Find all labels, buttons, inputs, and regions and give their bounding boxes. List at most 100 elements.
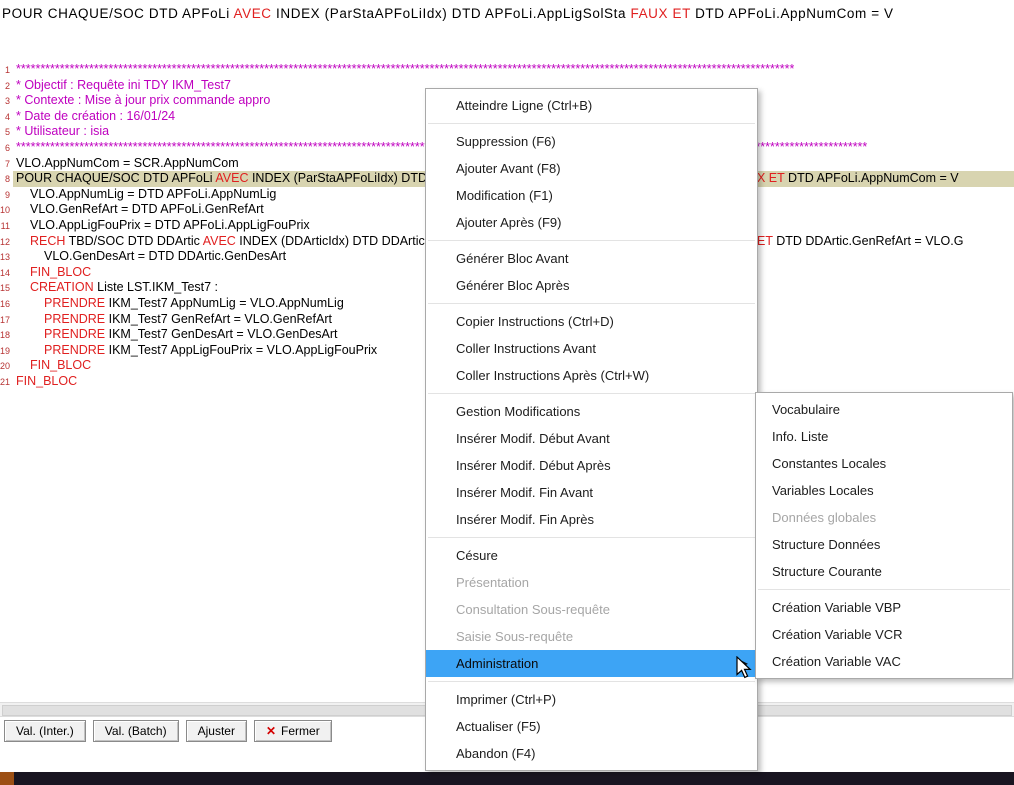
menu-item-label: Constantes Locales: [772, 456, 886, 471]
submenu-item-vocabulaire[interactable]: Vocabulaire: [756, 396, 1012, 423]
code-token: DTD APFoLi.AppNumCom = V: [785, 171, 959, 185]
code-line-body[interactable]: ****************************************…: [13, 62, 1014, 78]
menu-item-label: Création Variable VBP: [772, 600, 901, 615]
line-number: 9: [0, 190, 10, 200]
menu-item-imprimer-ctrl-p[interactable]: Imprimer (Ctrl+P): [426, 686, 757, 713]
line-number: 5: [0, 127, 10, 137]
menu-item-modification-f1[interactable]: Modification (F1): [426, 182, 757, 209]
menu-item-ajouter-avant-f8[interactable]: Ajouter Avant (F8): [426, 155, 757, 182]
submenu-item-structure-donnees[interactable]: Structure Données: [756, 531, 1012, 558]
menu-item-label: Administration: [456, 656, 538, 671]
code-token: IKM_Test7 AppLigFouPrix = VLO.AppLigFouP…: [105, 343, 377, 357]
menu-item-inserer-modif-fin-avant[interactable]: Insérer Modif. Fin Avant: [426, 479, 757, 506]
menu-item-ajouter-apres-f9[interactable]: Ajouter Après (F9): [426, 209, 757, 236]
menu-item-gestion-modifications[interactable]: Gestion Modifications: [426, 398, 757, 425]
val-inter-button[interactable]: Val. (Inter.): [4, 720, 86, 742]
code-token: FIN_BLOC: [30, 358, 91, 372]
menu-item-administration[interactable]: Administration▸: [426, 650, 757, 677]
taskbar-accent: [0, 772, 14, 785]
menu-item-label: Variables Locales: [772, 483, 874, 498]
submenu-item-donnees-globales: Données globales: [756, 504, 1012, 531]
menu-separator: [428, 681, 755, 682]
line-number: 2: [0, 81, 10, 91]
menu-item-abandon-f4[interactable]: Abandon (F4): [426, 740, 757, 767]
menu-item-coller-instructions-apres-ctrl-w[interactable]: Coller Instructions Après (Ctrl+W): [426, 362, 757, 389]
menu-separator: [428, 393, 755, 394]
button-label: Val. (Batch): [105, 724, 167, 738]
menu-item-inserer-modif-debut-avant[interactable]: Insérer Modif. Début Avant: [426, 425, 757, 452]
code-token: CREATION: [30, 280, 94, 294]
menu-item-label: Présentation: [456, 575, 529, 590]
line-number: 6: [0, 143, 10, 153]
line-number: 18: [0, 330, 10, 340]
menu-item-actualiser-f5[interactable]: Actualiser (F5): [426, 713, 757, 740]
code-token: * Date de création : 16/01/24: [16, 109, 175, 123]
ajuster-button[interactable]: Ajuster: [186, 720, 247, 742]
line-number: 4: [0, 112, 10, 122]
code-token: DTD APFoLi.AppNumCom = V: [691, 6, 894, 21]
line-number: 19: [0, 346, 10, 356]
code-token: Liste LST.IKM_Test7 :: [94, 280, 218, 294]
submenu-item-creation-variable-vcr[interactable]: Création Variable VCR: [756, 621, 1012, 648]
menu-item-label: Insérer Modif. Fin Après: [456, 512, 594, 527]
menu-item-generer-bloc-apres[interactable]: Générer Bloc Après: [426, 272, 757, 299]
code-token: DTD DDArtic.GenRefArt = VLO.G: [773, 234, 964, 248]
val-batch-button[interactable]: Val. (Batch): [93, 720, 179, 742]
administration-submenu: Vocabulaire Info. Liste Constantes Locales…: [755, 392, 1013, 679]
menu-item-label: Atteindre Ligne (Ctrl+B): [456, 98, 592, 113]
submenu-item-structure-courante[interactable]: Structure Courante: [756, 558, 1012, 585]
submenu-item-variables-locales[interactable]: Variables Locales: [756, 477, 1012, 504]
button-label: Val. (Inter.): [16, 724, 74, 738]
menu-item-label: Structure Courante: [772, 564, 882, 579]
submenu-item-info-liste[interactable]: Info. Liste: [756, 423, 1012, 450]
fermer-button[interactable]: ✕Fermer: [254, 720, 332, 742]
menu-item-label: Générer Bloc Après: [456, 278, 569, 293]
menu-item-label: Insérer Modif. Début Avant: [456, 431, 610, 446]
line-number: 15: [0, 283, 10, 293]
line-number: 14: [0, 268, 10, 278]
code-line-1[interactable]: 1***************************************…: [0, 62, 1014, 78]
menu-item-label: Vocabulaire: [772, 402, 840, 417]
line-number: 1: [0, 65, 10, 75]
menu-item-label: Coller Instructions Après (Ctrl+W): [456, 368, 649, 383]
code-token: VLO.GenDesArt = DTD DDArtic.GenDesArt: [44, 249, 286, 263]
code-token: VLO.AppNumCom = SCR.AppNumCom: [16, 156, 239, 170]
menu-item-label: Imprimer (Ctrl+P): [456, 692, 556, 707]
menu-item-copier-instructions-ctrl-d[interactable]: Copier Instructions (Ctrl+D): [426, 308, 757, 335]
line-number: 16: [0, 299, 10, 309]
menu-item-inserer-modif-fin-apres[interactable]: Insérer Modif. Fin Après: [426, 506, 757, 533]
line-number: 12: [0, 237, 10, 247]
submenu-item-creation-variable-vac[interactable]: Création Variable VAC: [756, 648, 1012, 675]
menu-separator: [428, 240, 755, 241]
menu-item-suppression-f6[interactable]: Suppression (F6): [426, 128, 757, 155]
menu-item-cesure[interactable]: Césure: [426, 542, 757, 569]
line-number: 8: [0, 174, 10, 184]
submenu-item-creation-variable-vbp[interactable]: Création Variable VBP: [756, 594, 1012, 621]
submenu-item-constantes-locales[interactable]: Constantes Locales: [756, 450, 1012, 477]
code-token: POUR CHAQUE/SOC DTD APFoLi: [16, 171, 215, 185]
menu-item-label: Données globales: [772, 510, 876, 525]
menu-separator: [428, 537, 755, 538]
code-token: PRENDRE: [44, 327, 105, 341]
menu-item-label: Suppression (F6): [456, 134, 556, 149]
code-token: * Contexte : Mise à jour prix commande a…: [16, 93, 270, 107]
line-number: 11: [0, 221, 10, 231]
menu-item-coller-instructions-avant[interactable]: Coller Instructions Avant: [426, 335, 757, 362]
menu-separator: [758, 589, 1010, 590]
line-number: 10: [0, 205, 10, 215]
menu-item-label: Création Variable VCR: [772, 627, 903, 642]
code-token: AVEC: [234, 6, 272, 21]
menu-item-saisie-sous-requete: Saisie Sous-requête: [426, 623, 757, 650]
menu-item-label: Saisie Sous-requête: [456, 629, 573, 644]
menu-item-inserer-modif-debut-apres[interactable]: Insérer Modif. Début Après: [426, 452, 757, 479]
line-number: 7: [0, 159, 10, 169]
menu-item-atteindre-ligne-ctrl-b[interactable]: Atteindre Ligne (Ctrl+B): [426, 92, 757, 119]
menu-item-generer-bloc-avant[interactable]: Générer Bloc Avant: [426, 245, 757, 272]
code-token: VLO.AppNumLig = DTD APFoLi.AppNumLig: [30, 187, 276, 201]
button-label: Fermer: [281, 724, 320, 738]
menu-item-label: Insérer Modif. Début Après: [456, 458, 611, 473]
context-menu: Atteindre Ligne (Ctrl+B) Suppression (F6)…: [425, 88, 758, 771]
line-number: 13: [0, 252, 10, 262]
mouse-cursor: [736, 656, 758, 680]
code-token: PRENDRE: [44, 343, 105, 357]
